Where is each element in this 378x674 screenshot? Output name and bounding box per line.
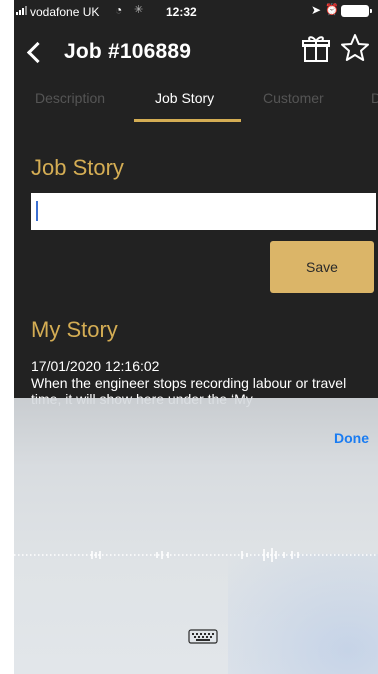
back-chevron-icon[interactable] [20,34,50,70]
page-title: Job #106889 [64,40,192,63]
panel-glow [228,554,378,674]
carrier-label: vodafone UK [30,5,100,19]
save-button[interactable]: Save [270,241,374,293]
job-story-heading: Job Story [31,155,124,180]
tab-customer[interactable]: Customer [263,90,324,106]
dictation-waveform [14,548,378,562]
clock: 12:32 [166,5,197,19]
done-button[interactable]: Done [334,430,369,446]
story-entry-date: 17/01/2020 12:16:02 [31,358,160,374]
activity-icon: ✳ [134,4,144,16]
active-tab-indicator [134,119,241,122]
dictation-panel: Done [14,398,378,674]
tab-overflow[interactable]: D [371,90,378,106]
app-screen: vodafone UK ◔ ✳ 12:32 ➤ ⏰ Job #106889 De… [14,0,378,674]
status-bar: vodafone UK ◔ ✳ 12:32 ➤ ⏰ [14,0,378,24]
tab-bar: Description Job Story Customer D [14,82,378,122]
app-header: Job #106889 [14,24,378,82]
signal-icon [16,6,27,15]
alarm-icon: ⏰ [325,4,339,16]
my-story-heading: My Story [31,317,118,342]
keyboard-icon[interactable] [188,629,218,644]
job-story-input[interactable] [31,193,376,230]
star-icon[interactable] [339,32,371,64]
gift-icon[interactable] [300,32,332,64]
tab-description[interactable]: Description [35,90,105,106]
location-icon: ➤ [311,3,322,17]
wifi-icon: ◔ [115,3,123,17]
text-caret [36,201,38,221]
tab-job-story[interactable]: Job Story [155,90,214,106]
battery-icon [341,5,372,17]
